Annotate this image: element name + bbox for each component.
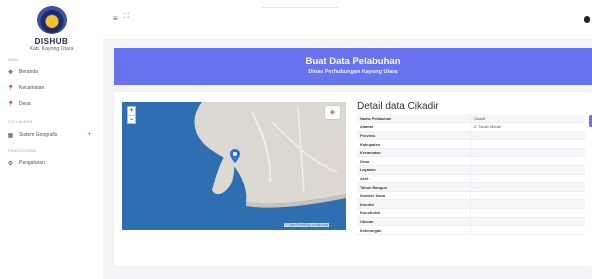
topbar: ≡ ⛶ [103, 0, 592, 40]
table-row: Kondisi: [357, 199, 585, 210]
detail-value: : [469, 199, 585, 210]
brand-subtitle: Kab. Kayong Utara [29, 46, 74, 52]
table-row: Konstruksi: [357, 208, 585, 218]
detail-value: : [469, 208, 585, 218]
divider [262, 7, 338, 8]
detail-key: Desa [357, 156, 470, 167]
menu-icon[interactable]: ≡ [113, 14, 118, 23]
detail-key: Sumber Dana [357, 191, 470, 201]
section-label-layers: GIS LAYERS [8, 120, 33, 124]
detail-key: Keterangan [357, 225, 470, 235]
sidebar-item-label: Pengaturan [19, 160, 45, 166]
map-icon: ▦ [7, 132, 14, 139]
sidebar-item-sistem-geografis[interactable]: ▦ Sistem Geografis + [7, 130, 97, 140]
detail-value: : [469, 131, 585, 141]
table-row: Nama Pelabuhan Cikadir [357, 114, 585, 124]
sidebar-item-desa[interactable]: 📍 Desa [7, 99, 97, 109]
sidebar-item-label: Kecamatan [19, 85, 45, 91]
map-marker-icon[interactable] [230, 149, 240, 163]
detail-key: Kecamatan [357, 148, 470, 158]
table-row: Sumber Dana: [357, 191, 585, 201]
table-row: Desa: [357, 156, 585, 167]
detail-value: : [469, 217, 585, 227]
section-label-main: MAIN [8, 58, 19, 62]
detail-value: : [469, 174, 585, 184]
dashboard-icon: ✥ [7, 69, 14, 76]
table-row: Provinsi: [357, 131, 585, 141]
map-view[interactable] [122, 102, 346, 230]
pin-icon: 📍 [7, 101, 15, 108]
detail-key: Ukuran [357, 217, 470, 227]
table-row: Tahun Bangun: [357, 182, 585, 192]
section-label-settings: PENGATURAN [8, 149, 37, 153]
sidebar-item-kecamatan[interactable]: 📍 Kecamatan [7, 83, 97, 93]
expand-caret-icon[interactable]: + [87, 132, 91, 138]
layers-icon[interactable]: ◈ [325, 106, 340, 119]
detail-key: Alamat [357, 122, 470, 132]
sidebar-item-pengaturan[interactable]: ⚙ Pengaturan [7, 158, 97, 168]
zoom-out-button[interactable]: − [128, 115, 135, 123]
detail-key: Kondisi [357, 199, 470, 210]
table-row: Layanan: [357, 165, 585, 175]
map-attribution[interactable]: © OpenStreetMap contributors [284, 223, 330, 227]
detail-key: Tahun Bangun [357, 182, 470, 192]
detail-value: : [469, 191, 585, 201]
map-zoom-control: + − [127, 106, 136, 124]
avatar[interactable] [584, 16, 590, 23]
table-row: Aset: [357, 174, 585, 184]
table-row: Kabupaten: [357, 139, 585, 149]
brand-title: DISHUB [34, 37, 69, 46]
detail-value: : [469, 148, 585, 158]
sidebar-item-beranda[interactable]: ✥ Beranda [7, 67, 97, 77]
pin-icon: 📍 [7, 85, 15, 92]
page-subtitle: Dinas Perhubungan Kayong Utara [308, 69, 398, 75]
gear-icon: ⚙ [7, 160, 14, 167]
detail-value: : [469, 139, 585, 149]
detail-key: Aset [357, 174, 470, 184]
map-tiles [122, 102, 346, 230]
detail-title: Detail data Cikadir [357, 101, 439, 112]
page-header: Buat Data Pelabuhan Dinas Perhubungan Ka… [114, 48, 592, 85]
dishub-logo [37, 6, 67, 34]
detail-table: Nama Pelabuhan Cikadir Alamat Jl. Tanah Mer… [357, 114, 585, 235]
detail-key: Provinsi [357, 131, 470, 141]
detail-value: : [469, 165, 585, 175]
detail-value: : [469, 225, 585, 235]
detail-key: Nama Pelabuhan [357, 114, 470, 124]
sidebar-item-label: Beranda [19, 69, 38, 75]
detail-key: Layanan [357, 165, 470, 175]
detail-key: Kabupaten [357, 139, 470, 149]
sidebar-item-label: Desa [19, 101, 31, 107]
page-title: Buat Data Pelabuhan [305, 56, 401, 67]
detail-value: Cikadir [469, 114, 585, 124]
sidebar-item-label: Sistem Geografis [19, 132, 58, 138]
zoom-in-button[interactable]: + [128, 107, 135, 115]
detail-key: Konstruksi [357, 208, 470, 218]
table-row: Ukuran: [357, 217, 585, 227]
sidebar: DISHUB Kab. Kayong Utara MAIN ✥ Beranda … [0, 0, 103, 279]
detail-value: : [469, 156, 585, 167]
fullscreen-icon[interactable]: ⛶ [124, 13, 129, 21]
table-row: Kecamatan: [357, 148, 585, 158]
detail-value: : [469, 182, 585, 192]
table-row: Alamat Jl. Tanah Merah [357, 122, 585, 132]
detail-value: Jl. Tanah Merah [469, 122, 585, 132]
table-row: Keterangan: [357, 225, 585, 235]
